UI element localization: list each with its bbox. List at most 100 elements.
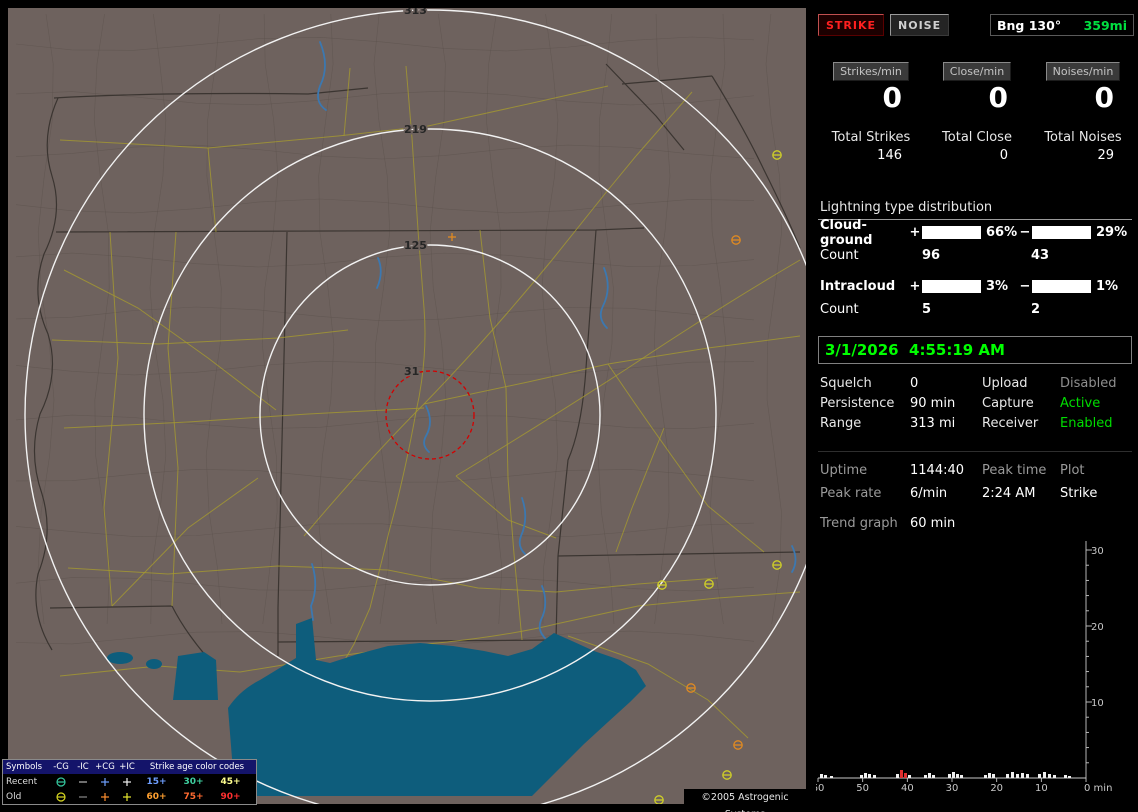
range-ring-label: 313 bbox=[404, 8, 427, 17]
weather-map: 313 219 125 31 bbox=[8, 8, 806, 804]
cg-count-label: Count bbox=[820, 248, 859, 263]
trend-bar bbox=[992, 774, 995, 778]
age-45: 45+ bbox=[220, 776, 241, 787]
total-close-value: 0 bbox=[999, 148, 1008, 163]
upload-value: Disabled bbox=[1060, 376, 1117, 391]
close-per-min-button[interactable]: Close/min bbox=[942, 62, 1012, 81]
age-15: 15+ bbox=[146, 776, 167, 787]
legend-header-row: Symbols -CG -IC +CG +IC Strike age color… bbox=[3, 760, 256, 774]
peak-rate-label: Peak rate bbox=[820, 486, 882, 501]
old-pos-ic-icon bbox=[116, 791, 138, 803]
total-noises-label: Total Noises bbox=[1044, 130, 1122, 145]
trend-bar bbox=[1053, 775, 1056, 778]
svg-text:20: 20 bbox=[990, 783, 1003, 794]
range-value: 313 mi bbox=[910, 416, 956, 431]
trend-bar bbox=[904, 773, 907, 778]
datetime-display: 3/1/2026 4:55:19 AM bbox=[818, 336, 1132, 364]
totals-labels-row: Total Strikes Total Close Total Noises bbox=[816, 130, 1138, 145]
trend-y-labels: 30 20 10 bbox=[1091, 546, 1104, 709]
trend-bar bbox=[1011, 772, 1014, 778]
strikes-per-min-value: 0 bbox=[882, 81, 902, 114]
legend-old-label: Old bbox=[6, 791, 22, 802]
map-legend: Symbols -CG -IC +CG +IC Strike age color… bbox=[2, 759, 257, 805]
range-label: Range bbox=[820, 416, 862, 431]
age-30: 30+ bbox=[183, 776, 204, 787]
trend-bar bbox=[952, 772, 955, 778]
trend-bar bbox=[984, 775, 987, 778]
trend-bar bbox=[948, 774, 951, 778]
trend-bar bbox=[1026, 774, 1029, 778]
trend-bar bbox=[1021, 773, 1024, 778]
trend-bar bbox=[830, 776, 833, 778]
ic-count-label: Count bbox=[820, 302, 859, 317]
age-75: 75+ bbox=[183, 791, 204, 802]
rate-values-row: 0 0 0 bbox=[816, 84, 1138, 112]
squelch-label: Squelch bbox=[820, 376, 872, 391]
cg-negative-count: 43 bbox=[1031, 248, 1050, 263]
peak-rate-value: 6/min bbox=[910, 486, 948, 501]
bearing-panel: Bng 130° 359mi bbox=[990, 14, 1134, 36]
trend-bar bbox=[820, 774, 823, 778]
strikes-per-min-button[interactable]: Strikes/min bbox=[833, 62, 909, 81]
trend-bar bbox=[1038, 774, 1041, 778]
recent-pos-cg-icon bbox=[94, 776, 116, 788]
svg-text:30: 30 bbox=[946, 783, 959, 794]
receiver-value: Enabled bbox=[1060, 416, 1113, 431]
rate-buttons-row: Strikes/min Close/min Noises/min bbox=[816, 62, 1138, 81]
noise-mode-button[interactable]: NOISE bbox=[890, 14, 950, 36]
total-strikes-label: Total Strikes bbox=[831, 130, 911, 145]
status-row-2: Peak rate 6/min 2:24 AM Strike bbox=[820, 486, 1097, 501]
capture-label: Capture bbox=[982, 396, 1034, 411]
recent-pos-ic-icon bbox=[116, 776, 138, 788]
bearing-distance: 359mi bbox=[1083, 17, 1127, 33]
noises-per-min-button[interactable]: Noises/min bbox=[1045, 62, 1121, 81]
cg-positive-bar bbox=[922, 226, 981, 239]
trend-graph: 30 20 10 60 50 40 30 20 10 0 min bbox=[816, 541, 1112, 794]
svg-text:30: 30 bbox=[1091, 546, 1104, 557]
trend-bars bbox=[820, 770, 1071, 778]
minus-sign: − bbox=[1019, 225, 1031, 240]
squelch-value: 0 bbox=[910, 376, 919, 391]
persistence-value: 90 min bbox=[910, 396, 956, 411]
old-neg-ic-icon bbox=[72, 791, 94, 803]
plus-sign: + bbox=[909, 279, 921, 294]
trend-bar bbox=[1043, 772, 1046, 778]
ic-positive-pct: 3% bbox=[986, 279, 1009, 294]
legend-recent-label: Recent bbox=[6, 776, 38, 787]
svg-text:10: 10 bbox=[1091, 698, 1104, 709]
peak-time-label: Peak time bbox=[982, 463, 1047, 478]
trend-bar bbox=[896, 774, 899, 778]
status-row-3: Trend graph 60 min bbox=[820, 516, 982, 531]
status-row-1: Uptime 1144:40 Peak time Plot bbox=[820, 463, 1085, 478]
trend-window-value: 60 min bbox=[910, 516, 956, 531]
map-panel: 313 219 125 31 bbox=[8, 8, 806, 804]
intracloud-row: Intracloud + 3% − 1% bbox=[820, 279, 1126, 294]
trend-ticks bbox=[817, 549, 1092, 782]
trend-axes bbox=[818, 541, 1087, 779]
receiver-label: Receiver bbox=[982, 416, 1039, 431]
capture-value: Active bbox=[1060, 396, 1101, 411]
minus-sign: − bbox=[1019, 279, 1031, 294]
svg-text:20: 20 bbox=[1091, 622, 1104, 633]
ic-count-row: Count 5 2 bbox=[820, 302, 1040, 317]
legend-col-neg-ic: -IC bbox=[77, 762, 89, 772]
trend-bar bbox=[1064, 775, 1067, 778]
cg-positive-pct: 66% bbox=[986, 225, 1018, 240]
persistence-label: Persistence bbox=[820, 396, 895, 411]
range-ring-label: 125 bbox=[404, 239, 427, 252]
trend-bar bbox=[824, 775, 827, 778]
strike-mode-button[interactable]: STRIKE bbox=[818, 14, 885, 36]
trend-bar bbox=[1006, 774, 1009, 778]
legend-old-row: Old 60+ 75+ 90+ bbox=[3, 789, 256, 804]
old-neg-cg-icon bbox=[50, 791, 72, 803]
plot-value: Strike bbox=[1060, 486, 1098, 501]
peak-time-value: 2:24 AM bbox=[982, 486, 1036, 501]
ic-negative-count: 2 bbox=[1031, 302, 1041, 317]
legend-col-neg-cg: -CG bbox=[53, 762, 69, 772]
cloud-ground-row: Cloud-ground + 66% − 29% bbox=[820, 218, 1127, 248]
age-90: 90+ bbox=[220, 791, 241, 802]
range-ring-label: 31 bbox=[404, 365, 419, 378]
total-close-label: Total Close bbox=[942, 130, 1012, 145]
age-60: 60+ bbox=[146, 791, 167, 802]
ic-negative-pct: 1% bbox=[1096, 279, 1119, 294]
